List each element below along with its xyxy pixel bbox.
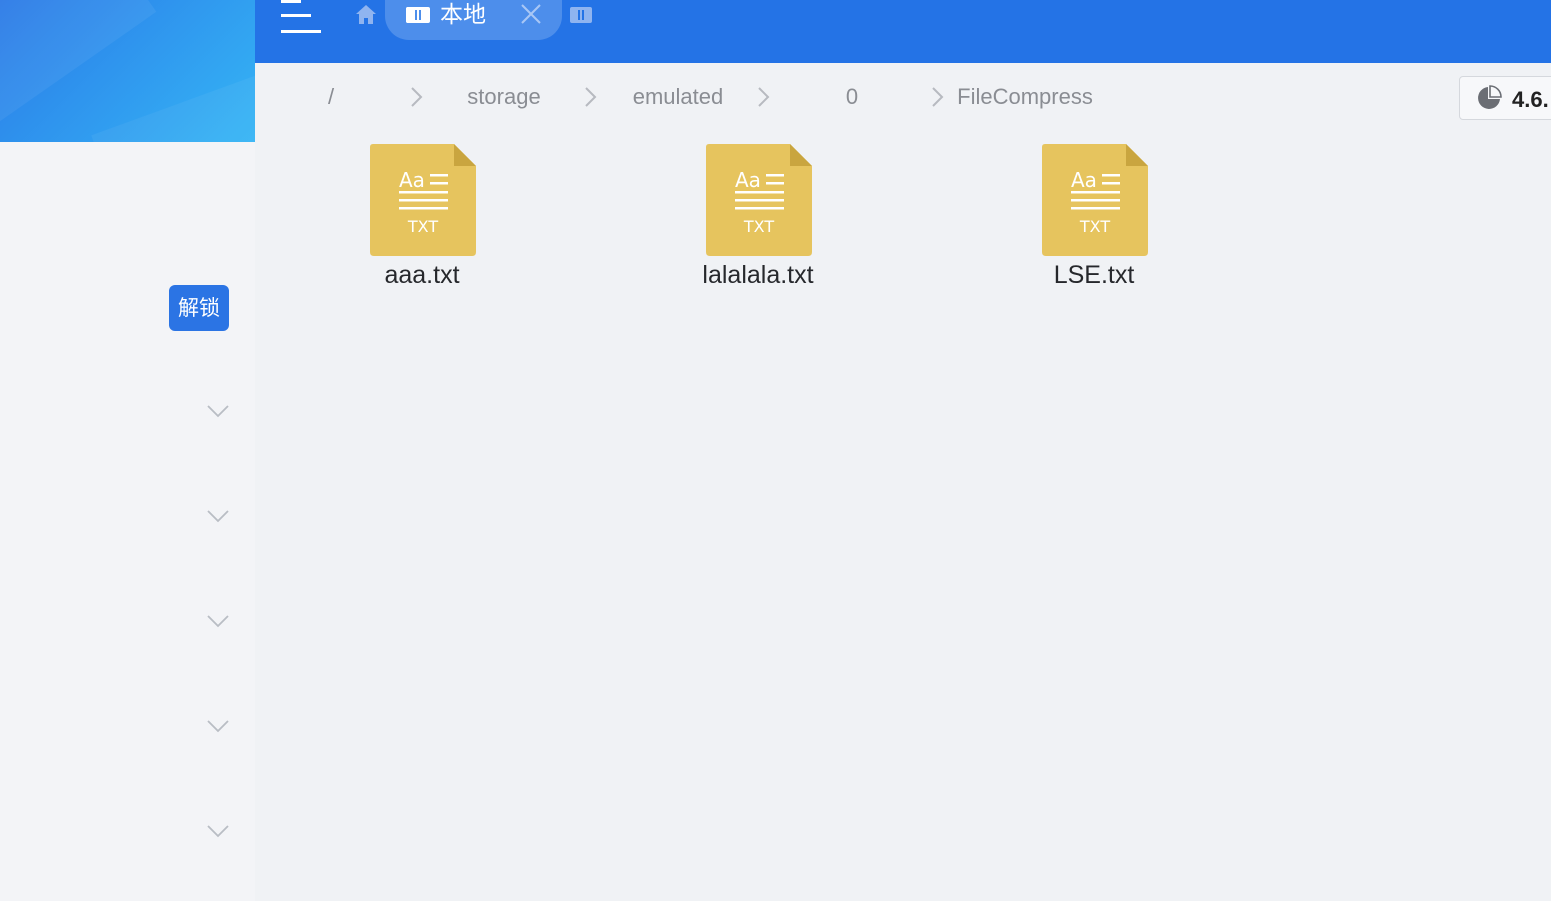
file-item[interactable]: Aa TXT lalalala.txt <box>658 142 858 292</box>
file-name: lalalala.txt <box>702 261 814 289</box>
chevron-right-icon <box>411 87 423 107</box>
chevron-down-icon[interactable] <box>205 716 231 736</box>
svg-text:Aa: Aa <box>1071 168 1097 192</box>
file-name: aaa.txt <box>384 261 460 289</box>
txt-file-icon: Aa TXT <box>706 144 812 256</box>
app-window: 解锁 本地 / storage emulated 0 FileCompress … <box>0 0 1551 901</box>
svg-text:TXT: TXT <box>1079 217 1110 236</box>
svg-text:Aa: Aa <box>735 168 761 192</box>
breadcrumb: / storage emulated 0 FileCompress <box>255 63 1551 133</box>
storage-usage-badge[interactable]: 4.6. <box>1459 76 1551 120</box>
breadcrumb-item-storage[interactable]: storage <box>467 83 540 111</box>
tab-label: 本地 <box>440 2 486 28</box>
storage-icon <box>406 7 430 23</box>
chevron-right-icon <box>758 87 770 107</box>
menu-icon[interactable] <box>279 0 323 36</box>
storage-icon[interactable] <box>569 6 593 24</box>
file-item[interactable]: Aa TXT LSE.txt <box>994 142 1194 292</box>
chevron-right-icon <box>585 87 597 107</box>
chevron-down-icon[interactable] <box>205 401 231 421</box>
breadcrumb-item-root[interactable]: / <box>328 83 334 111</box>
svg-text:TXT: TXT <box>743 217 774 236</box>
svg-text:Aa: Aa <box>399 168 425 192</box>
unlock-button[interactable]: 解锁 <box>169 285 229 331</box>
sidebar-banner <box>0 0 255 142</box>
home-icon[interactable] <box>354 3 378 25</box>
pie-chart-icon <box>1478 85 1502 109</box>
txt-file-icon: Aa TXT <box>1042 144 1148 256</box>
chevron-down-icon[interactable] <box>205 611 231 631</box>
svg-text:TXT: TXT <box>407 217 438 236</box>
breadcrumb-item-0[interactable]: 0 <box>846 83 858 111</box>
breadcrumb-item-filecompress[interactable]: FileCompress <box>957 83 1093 111</box>
sidebar: 解锁 <box>0 0 255 901</box>
breadcrumb-item-emulated[interactable]: emulated <box>633 83 724 111</box>
chevron-down-icon[interactable] <box>205 821 231 841</box>
chevron-right-icon <box>932 87 944 107</box>
close-icon[interactable] <box>520 3 542 25</box>
file-name: LSE.txt <box>1053 261 1135 289</box>
top-bar: 本地 <box>255 0 1551 63</box>
tab-local[interactable]: 本地 <box>385 0 562 40</box>
txt-file-icon: Aa TXT <box>370 144 476 256</box>
file-item[interactable]: Aa TXT aaa.txt <box>322 142 522 292</box>
storage-usage-text: 4.6. <box>1512 87 1549 112</box>
chevron-down-icon[interactable] <box>205 506 231 526</box>
